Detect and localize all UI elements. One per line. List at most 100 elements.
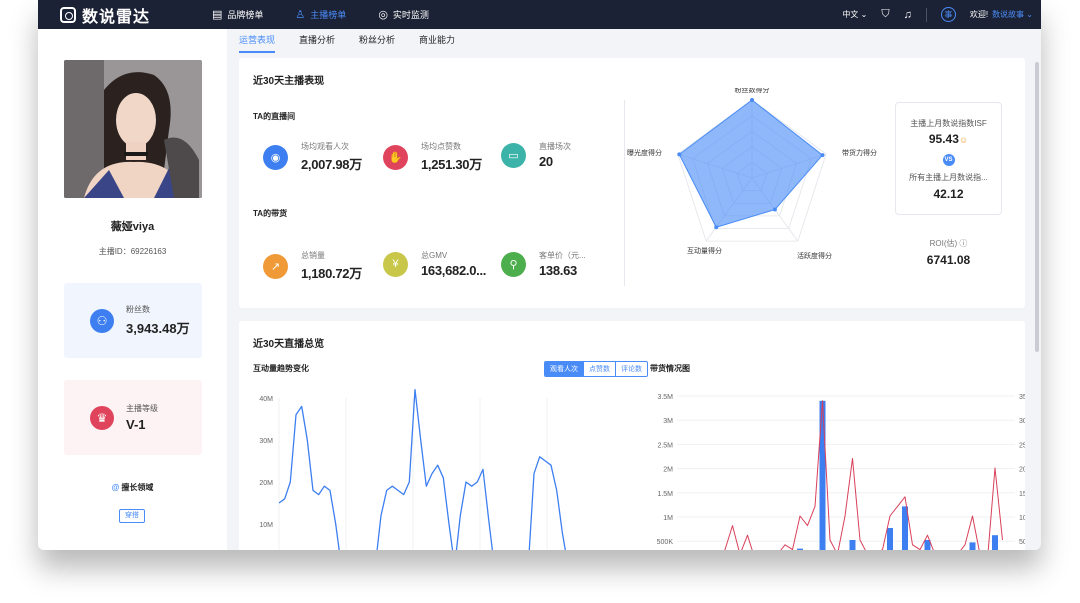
eye-icon: ◉	[263, 144, 288, 170]
metric-value: 1,180.72万	[301, 266, 362, 281]
metric-value: 1,251.30万	[421, 157, 482, 172]
radar-label: 带货力得分	[842, 148, 877, 157]
tab-fans-analysis[interactable]: 粉丝分析	[359, 33, 395, 53]
fans-label: 粉丝数	[126, 305, 150, 314]
y-tick-label: 40M	[259, 396, 273, 403]
radar-label: 互动量得分	[687, 246, 722, 255]
shirt-icon[interactable]: ⛉	[881, 8, 889, 21]
nav-item-brand-ranking[interactable]: ▤ 品牌榜单	[212, 8, 263, 21]
seg-likes[interactable]: 点赞数	[583, 362, 615, 376]
radar-label: 曝光度得分	[627, 148, 662, 157]
thumb-icon: ✋	[383, 144, 408, 170]
profile-panel: 薇娅viya 主播ID：69226163 ⚇ 粉丝数 3,943.48万 ♛ 主…	[38, 29, 227, 550]
bar	[849, 540, 856, 550]
seg-views[interactable]: 观看人次	[545, 362, 583, 376]
anchor-id: 主播ID：69226163	[98, 247, 167, 256]
all-anchors-label: 所有主播上月数说指...	[909, 173, 988, 182]
isf-compare-box: 主播上月数说指数ISF 95.43☺ VS 所有主播上月数说指... 42.12	[895, 102, 1002, 215]
roi-label: ROI(估) ⓘ	[895, 238, 1002, 249]
list-icon: ▤	[212, 9, 223, 21]
radar-point	[750, 98, 754, 102]
divider	[925, 7, 927, 22]
goods-chart-title: 带货情况图	[650, 364, 690, 373]
metric-value: 20	[539, 154, 553, 169]
metric-total-sales: ↗ 总销量 1,180.72万	[263, 250, 362, 282]
bar	[797, 548, 803, 550]
y-tick-label-right: 100M	[1019, 515, 1025, 522]
vs-badge: VS	[942, 154, 955, 166]
y-tick-label-right: 200M	[1019, 467, 1025, 474]
divider	[624, 100, 625, 286]
user-name: 数说故事	[992, 10, 1025, 19]
scrollbar[interactable]	[1035, 62, 1039, 352]
radar-area	[678, 99, 824, 228]
nav-right: 中文 ⌄ ⛉ ♫ 事 欢迎! 数说故事 ⌄	[828, 7, 1033, 22]
radar-point	[772, 207, 777, 212]
level-value: V-1	[126, 417, 146, 432]
tab-operation[interactable]: 运营表现	[239, 33, 276, 53]
metric-unit-price: ⚲ 客单价（元... 138.63	[501, 250, 586, 278]
video-icon: ▭	[501, 142, 526, 168]
domain-label: 擅长领域	[121, 483, 154, 492]
isf-number: 95.43	[928, 132, 959, 146]
y-tick-label: 20M	[259, 480, 273, 487]
isf-label: 主播上月数说指数ISF	[910, 119, 987, 128]
user-menu[interactable]: 数说故事 ⌄	[992, 9, 1033, 20]
metric-label: 直播场次	[539, 142, 571, 151]
coin-icon: ¥	[383, 251, 408, 277]
app-window: 数说雷达 ▤ 品牌榜单 ♙ 主播榜单 ◎ 实时监测 中文 ⌄ ⛉ ♫ 事 欢迎!…	[38, 0, 1041, 550]
tab-commercial[interactable]: 商业能力	[419, 33, 455, 53]
metric-value: 2,007.98万	[301, 157, 362, 172]
metric-avg-likes: ✋ 场均点赞数 1,251.30万	[383, 141, 482, 173]
language-select[interactable]: 中文 ⌄	[842, 9, 867, 20]
isf-value: 95.43☺	[896, 132, 1001, 146]
radar-point	[677, 152, 682, 157]
level-label: 主播等级	[126, 404, 158, 413]
logo-icon	[60, 6, 76, 23]
bar	[819, 400, 826, 550]
domain-tag[interactable]: 穿搭	[119, 509, 145, 523]
roi-label-text: ROI(估)	[929, 239, 958, 248]
performance-card: 近30天主播表现 TA的直播间 ◉ 场均观看人次 2,007.98万 ✋ 场均点赞…	[239, 58, 1025, 308]
fans-value: 3,943.48万	[126, 321, 190, 336]
y-tick-label-right: 150M	[1019, 491, 1025, 498]
y-tick-label-left: 1.5M	[657, 491, 673, 498]
domain-heading: @ 擅长领域	[38, 482, 227, 493]
seg-comments[interactable]: 评论数	[615, 362, 647, 376]
bar	[992, 535, 998, 550]
nav-item-realtime-monitor[interactable]: ◎ 实时监测	[378, 8, 429, 21]
metric-label: 总GMV	[421, 251, 448, 260]
overview-title: 近30天直播总览	[253, 339, 325, 350]
metric-switch: 观看人次 点赞数 评论数	[544, 361, 648, 377]
goods-chart: 3.5M 350M 3M 300M 2.5M 250M 2M 200M 1.5M 150M 1M 10…	[657, 394, 1025, 550]
metric-label: 场均点赞数	[421, 142, 461, 151]
level-card: ♛ 主播等级 V-1	[64, 380, 202, 455]
radar-chart: 粉丝数得分带货力得分活跃度得分 互动量得分 曝光度得分	[627, 88, 877, 260]
welcome-text: 欢迎!	[969, 10, 989, 19]
roi-block: ROI(估) ⓘ 6741.08	[895, 238, 1002, 267]
y-tick-label: 10M	[259, 522, 273, 529]
y-tick-label-left: 2.5M	[657, 442, 673, 449]
fans-icon: ⚇	[90, 308, 114, 333]
tab-bar: 运营表现 直播分析 粉丝分析 商业能力	[239, 29, 1029, 53]
bell-icon[interactable]: ♫	[904, 9, 912, 21]
logo-text: 数说雷达	[82, 8, 151, 26]
y-tick-label-right: 300M	[1019, 418, 1025, 425]
tag-icon: ⚲	[501, 251, 526, 277]
avatar[interactable]: 事	[940, 7, 956, 22]
radar-label: 粉丝数得分	[735, 88, 770, 94]
emoji-icon: ☺	[958, 135, 969, 145]
y-tick-label-left: 1M	[663, 515, 673, 522]
y-tick-label-right: 350M	[1019, 394, 1025, 401]
tab-live-analysis[interactable]: 直播分析	[299, 33, 335, 53]
trend-title: 互动量趋势变化	[253, 364, 309, 373]
language-label: 中文	[842, 10, 859, 19]
sales-line	[724, 400, 1003, 550]
overview-card: 近30天直播总览 互动量趋势变化 观看人次 点赞数 评论数 带货情况图 40M 3…	[239, 321, 1025, 550]
nav-item-label: 品牌榜单	[227, 10, 264, 20]
y-tick-label-left: 3M	[663, 418, 673, 425]
nav-item-anchor-ranking[interactable]: ♙ 主播榜单	[295, 8, 346, 21]
logo[interactable]: 数说雷达	[60, 3, 180, 27]
trend-chart: 40M 30M 20M 10M	[259, 388, 566, 550]
info-icon[interactable]: ⓘ	[959, 239, 967, 248]
